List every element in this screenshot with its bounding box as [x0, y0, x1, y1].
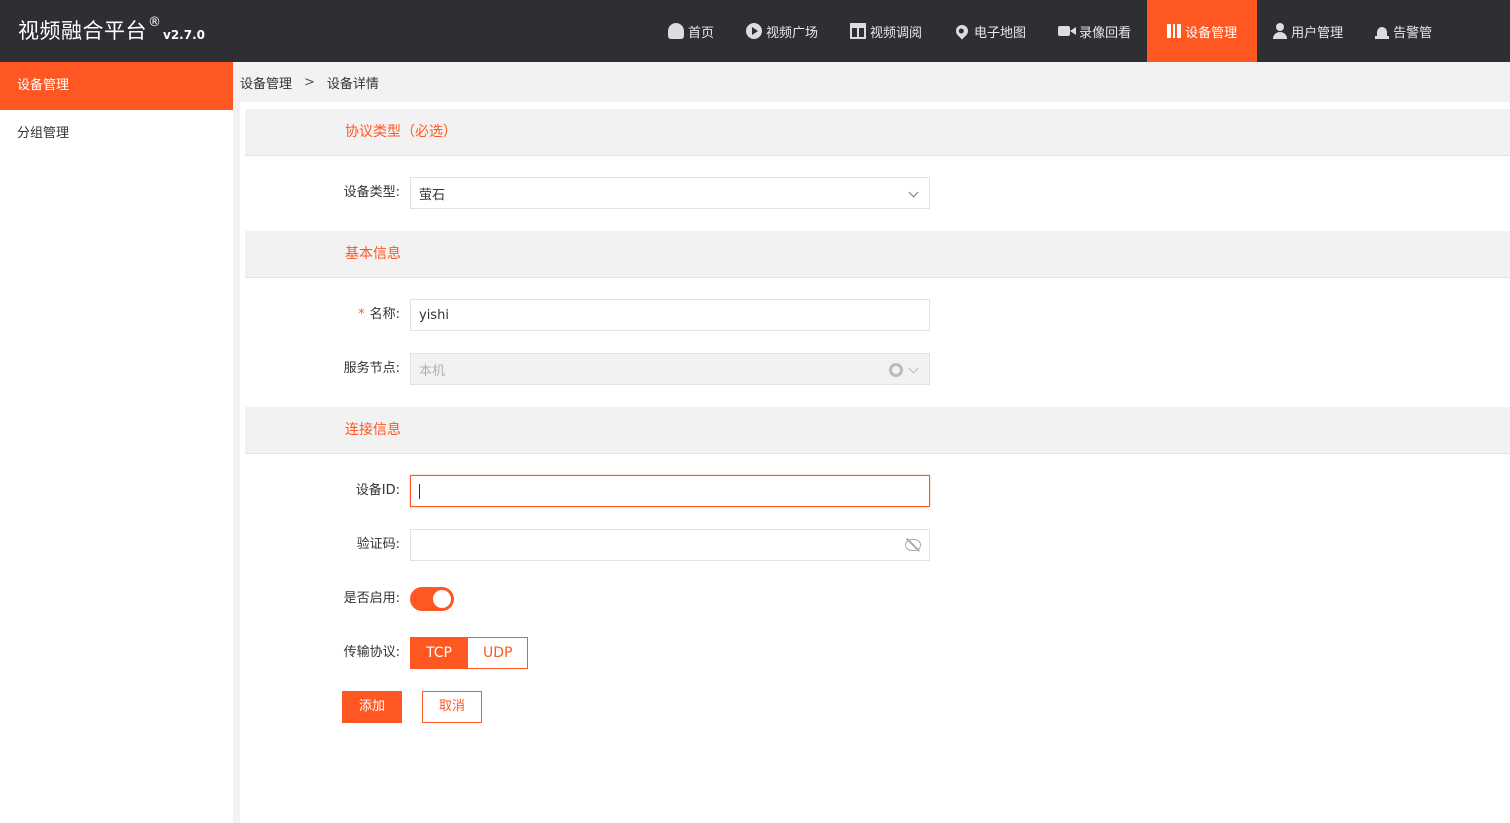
nav-item-label: 电子地图: [974, 25, 1027, 41]
add-button[interactable]: 添加: [342, 691, 402, 723]
sidebar-item-device-management[interactable]: 设备管理: [0, 62, 233, 110]
registered-mark: ®: [148, 15, 161, 30]
transport-label: 传输协议:: [343, 645, 400, 660]
top-navbar: 视频融合平台 ® v2.7.0 首页 视频广场 视频调阅 电子地图 录像回看 设…: [0, 0, 1510, 62]
device-type-select[interactable]: 萤石: [410, 177, 930, 209]
service-node-label: 服务节点:: [343, 361, 400, 376]
main-nav: 首页 视频广场 视频调阅 电子地图 录像回看 设备管理 用户管理 告警管: [652, 0, 1448, 62]
chevron-down-icon: [908, 363, 919, 374]
nav-item-user-management[interactable]: 用户管理: [1257, 0, 1359, 62]
video-camera-icon: [1058, 26, 1077, 36]
app-version: v2.7.0: [163, 28, 205, 42]
map-pin-icon: [953, 22, 971, 40]
grid-icon: [850, 23, 867, 39]
breadcrumb-separator: >: [304, 74, 315, 90]
toggle-knob: [433, 590, 451, 608]
play-icon: [746, 23, 763, 39]
device-id-input[interactable]: [410, 475, 930, 507]
sidebar-divider: [233, 62, 240, 823]
gear-icon: [889, 363, 903, 377]
service-node-value: 本机: [419, 363, 446, 379]
breadcrumb-device-management[interactable]: 设备管理: [240, 73, 292, 92]
device-id-label: 设备ID:: [355, 483, 400, 498]
device-type-label: 设备类型:: [343, 185, 400, 200]
section-basic-info: 基本信息: [245, 231, 1510, 278]
book-icon: [1167, 24, 1182, 38]
nav-item-device-management[interactable]: 设备管理: [1147, 0, 1258, 62]
app-title: 视频融合平台: [18, 19, 147, 43]
verify-code-input[interactable]: [410, 529, 930, 561]
nav-item-label: 首页: [688, 25, 715, 41]
alarm-icon: [1375, 24, 1390, 39]
brand: 视频融合平台 ® v2.7.0: [18, 16, 205, 46]
nav-item-video-view[interactable]: 视频调阅: [834, 0, 938, 62]
nav-item-label: 视频调阅: [870, 25, 923, 41]
nav-item-label: 录像回看: [1079, 25, 1132, 41]
name-input[interactable]: yishi: [410, 299, 930, 331]
dashboard-icon: [668, 23, 684, 39]
nav-item-label: 告警管: [1393, 25, 1433, 41]
nav-item-home[interactable]: 首页: [652, 0, 730, 62]
chevron-down-icon: [908, 187, 919, 198]
transport-option-udp[interactable]: UDP: [467, 637, 529, 669]
section-title: 连接信息: [345, 422, 401, 438]
section-connection-info: 连接信息: [245, 407, 1510, 454]
sidebar: 设备管理 分组管理: [0, 62, 233, 823]
required-mark: *: [358, 307, 365, 322]
nav-item-label: 视频广场: [766, 25, 819, 41]
verify-code-label: 验证码:: [356, 537, 400, 552]
enabled-toggle[interactable]: [410, 587, 454, 611]
nav-item-alarm[interactable]: 告警管: [1359, 0, 1448, 62]
eye-off-icon[interactable]: [905, 539, 921, 551]
user-icon: [1273, 23, 1288, 39]
nav-item-video-square[interactable]: 视频广场: [730, 0, 834, 62]
cancel-button[interactable]: 取消: [422, 691, 482, 723]
name-value: yishi: [419, 307, 449, 323]
sidebar-item-group-management[interactable]: 分组管理: [0, 110, 233, 158]
nav-item-label: 设备管理: [1185, 25, 1238, 41]
device-type-value: 萤石: [419, 187, 446, 203]
transport-radio-group: TCP UDP: [410, 637, 529, 669]
breadcrumb-device-detail: 设备详情: [326, 76, 379, 92]
breadcrumb: 设备管理 > 设备详情: [240, 62, 1510, 102]
section-protocol: 协议类型（必选）: [245, 109, 1510, 156]
service-node-select: 本机: [410, 353, 930, 385]
section-title: 基本信息: [345, 246, 401, 262]
nav-item-map[interactable]: 电子地图: [938, 0, 1042, 62]
nav-item-playback[interactable]: 录像回看: [1042, 0, 1147, 62]
name-label: * 名称:: [240, 299, 400, 331]
section-title: 协议类型（必选）: [345, 124, 457, 140]
text-cursor: [419, 483, 420, 499]
nav-item-label: 用户管理: [1291, 25, 1344, 41]
enabled-label: 是否启用:: [343, 591, 400, 606]
name-label-text: 名称:: [369, 307, 400, 322]
transport-option-tcp[interactable]: TCP: [410, 637, 468, 669]
